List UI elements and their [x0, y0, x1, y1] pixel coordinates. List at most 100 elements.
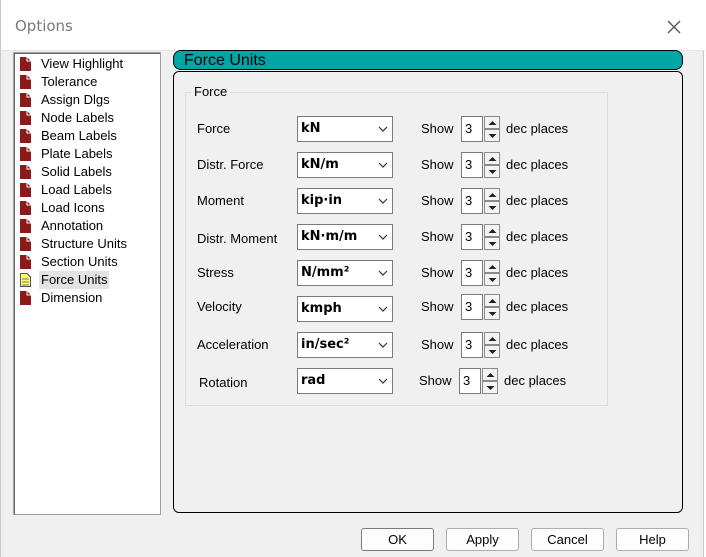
- tree-item-view-highlight[interactable]: View Highlight: [20, 55, 125, 73]
- up-arrow-icon: [488, 193, 497, 197]
- tree-item-label: Assign Dlgs: [41, 92, 110, 107]
- moment-decimals-spinner[interactable]: [484, 188, 500, 214]
- spin-down-button[interactable]: [484, 273, 500, 286]
- acceleration-unit-select[interactable]: in/sec²: [297, 332, 393, 358]
- up-arrow-icon: [486, 373, 495, 377]
- group-legend: Force: [191, 84, 231, 99]
- tree-item-label: View Highlight: [41, 56, 124, 71]
- page-icon: [20, 201, 31, 215]
- options-tree[interactable]: View Highlight Tolerance Assign Dlgs Nod…: [13, 52, 161, 515]
- rotation-decimals-input[interactable]: 3: [459, 368, 481, 394]
- spin-up-button[interactable]: [484, 188, 500, 201]
- tree-item-node-labels[interactable]: Node Labels: [20, 109, 116, 127]
- cancel-button[interactable]: Cancel: [531, 528, 604, 551]
- help-button[interactable]: Help: [616, 528, 689, 551]
- spin-down-button[interactable]: [484, 237, 500, 250]
- tree-item-label: Annotation: [41, 218, 104, 233]
- page-icon: [20, 147, 31, 161]
- distr-moment-decimals-input[interactable]: 3: [461, 224, 483, 250]
- page-icon: [20, 237, 31, 251]
- stress-decimals-input[interactable]: 3: [461, 260, 483, 286]
- moment-decimals-input[interactable]: 3: [461, 188, 483, 214]
- tree-item-assign-dlgs[interactable]: Assign Dlgs: [20, 91, 112, 109]
- rotation-unit-select[interactable]: rad: [297, 368, 393, 394]
- selected-unit: kmph: [301, 301, 342, 316]
- tree-item-plate-labels[interactable]: Plate Labels: [20, 145, 115, 163]
- dec-places-label: dec places: [506, 299, 569, 314]
- tree-item-structure-units[interactable]: Structure Units: [20, 235, 129, 253]
- tree-item-label: Beam Labels: [41, 128, 117, 143]
- chevron-down-icon: [378, 198, 388, 204]
- spin-up-button[interactable]: [484, 260, 500, 273]
- velocity-unit-select[interactable]: kmph: [297, 296, 393, 322]
- tree-item-section-units[interactable]: Section Units: [20, 253, 120, 271]
- tree-item-label: Structure Units: [41, 236, 127, 251]
- force-decimals-input[interactable]: 3: [461, 116, 483, 142]
- velocity-decimals-spinner[interactable]: [484, 294, 500, 320]
- page-icon: [20, 291, 31, 305]
- show-label: Show: [421, 299, 454, 314]
- options-dialog: Options View Highlight Tolerance Assign …: [0, 0, 705, 557]
- tree-item-label: Force Units: [39, 271, 110, 289]
- apply-button[interactable]: Apply: [446, 528, 519, 551]
- distr-force-label: Distr. Force: [197, 157, 264, 172]
- moment-unit-select[interactable]: kip·in: [297, 188, 393, 214]
- chevron-down-icon: [378, 342, 388, 348]
- tree-item-tolerance[interactable]: Tolerance: [20, 73, 99, 91]
- spin-up-button[interactable]: [484, 152, 500, 165]
- chevron-down-icon: [378, 378, 388, 384]
- distr-moment-unit-select[interactable]: kN·m/m: [297, 224, 393, 250]
- tree-item-dimension[interactable]: Dimension: [20, 289, 104, 307]
- spin-up-button[interactable]: [484, 116, 500, 129]
- spin-down-button[interactable]: [484, 307, 500, 320]
- spin-up-button[interactable]: [484, 294, 500, 307]
- force-decimals-spinner[interactable]: [484, 116, 500, 142]
- spin-down-button[interactable]: [484, 201, 500, 214]
- stress-decimals-spinner[interactable]: [484, 260, 500, 286]
- close-icon: [667, 20, 681, 34]
- spin-down-button[interactable]: [482, 381, 498, 394]
- tree-item-load-labels[interactable]: Load Labels: [20, 181, 114, 199]
- distr-force-unit-select[interactable]: kN/m: [297, 152, 393, 178]
- tree-item-force-units[interactable]: Force Units: [20, 271, 110, 289]
- spin-up-button[interactable]: [484, 332, 500, 345]
- velocity-decimals-input[interactable]: 3: [461, 294, 483, 320]
- spin-up-button[interactable]: [484, 224, 500, 237]
- spin-down-button[interactable]: [484, 165, 500, 178]
- window-title: Options: [15, 17, 73, 35]
- tree-item-beam-labels[interactable]: Beam Labels: [20, 127, 119, 145]
- decimals-value: 3: [465, 299, 473, 314]
- distr-moment-decimals-spinner[interactable]: [484, 224, 500, 250]
- down-arrow-icon: [486, 386, 495, 390]
- stress-unit-select[interactable]: N/mm²: [297, 260, 393, 286]
- spin-down-button[interactable]: [484, 129, 500, 142]
- tree-item-label: Plate Labels: [41, 146, 113, 161]
- decimals-value: 3: [465, 265, 473, 280]
- tree-item-label: Tolerance: [41, 74, 98, 89]
- tree-item-label: Load Labels: [41, 182, 112, 197]
- tree-item-label: Solid Labels: [41, 164, 112, 179]
- acceleration-decimals-input[interactable]: 3: [461, 332, 483, 358]
- spin-down-button[interactable]: [484, 345, 500, 358]
- tree-item-solid-labels[interactable]: Solid Labels: [20, 163, 114, 181]
- selected-unit: kN: [301, 121, 321, 136]
- up-arrow-icon: [488, 265, 497, 269]
- force-unit-select[interactable]: kN: [297, 116, 393, 142]
- up-arrow-icon: [488, 121, 497, 125]
- distr-force-decimals-spinner[interactable]: [484, 152, 500, 178]
- rotation-decimals-spinner[interactable]: [482, 368, 498, 394]
- acceleration-decimals-spinner[interactable]: [484, 332, 500, 358]
- tree-item-annotation[interactable]: Annotation: [20, 217, 105, 235]
- stress-label: Stress: [197, 265, 234, 280]
- force-label: Force: [197, 121, 231, 136]
- page-icon: [20, 57, 31, 71]
- show-label: Show: [421, 121, 454, 136]
- ok-button[interactable]: OK: [361, 528, 434, 551]
- distr-force-decimals-input[interactable]: 3: [461, 152, 483, 178]
- show-label: Show: [421, 229, 454, 244]
- spin-up-button[interactable]: [482, 368, 498, 381]
- tree-item-load-icons[interactable]: Load Icons: [20, 199, 107, 217]
- close-button[interactable]: [661, 14, 687, 40]
- dec-places-label: dec places: [506, 193, 569, 208]
- dec-places-label: dec places: [506, 337, 569, 352]
